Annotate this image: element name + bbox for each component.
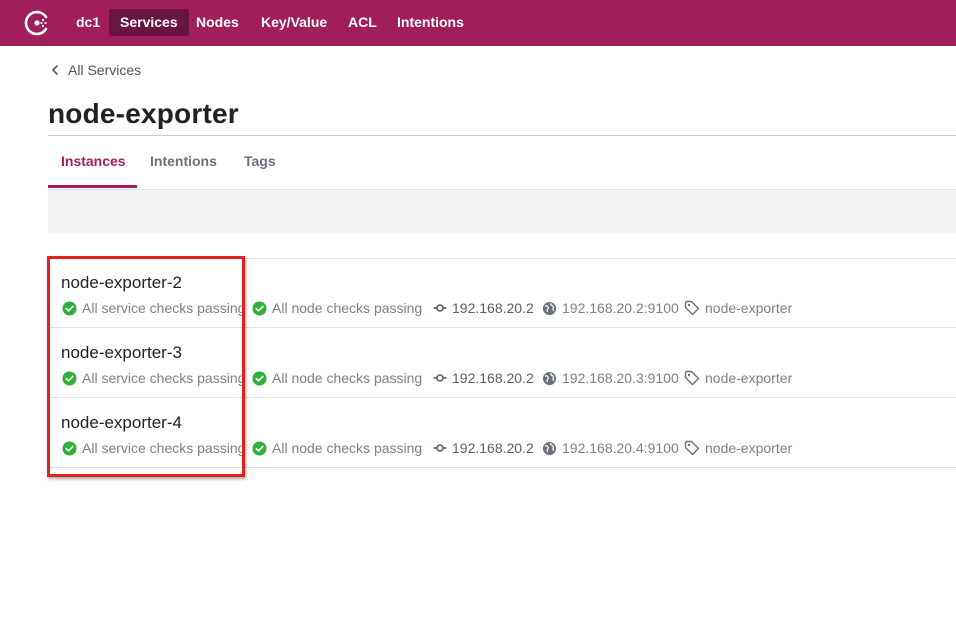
- tag-label: node-exporter: [705, 370, 793, 386]
- globe-icon: [542, 441, 557, 455]
- check-circle-icon: [252, 370, 267, 386]
- tag-icon: [684, 370, 700, 386]
- service-tag: node-exporter: [684, 300, 792, 316]
- nav-intentions[interactable]: Intentions: [386, 9, 475, 36]
- node-address-label: 192.168.20.2: [452, 300, 534, 316]
- node-checks: All node checks passing: [252, 370, 422, 386]
- node-checks: All node checks passing: [252, 300, 422, 316]
- service-address: 192.168.20.2:9100: [542, 300, 679, 316]
- check-circle-icon: [252, 300, 267, 316]
- service-address: 192.168.20.4:9100: [542, 440, 679, 456]
- globe-icon: [542, 301, 557, 315]
- node-address: 192.168.20.2: [433, 440, 534, 456]
- title-divider: [48, 135, 956, 136]
- nav-services[interactable]: Services: [109, 9, 189, 36]
- check-circle-icon: [252, 440, 267, 456]
- filter-bar[interactable]: [48, 190, 956, 233]
- breadcrumb-label: All Services: [68, 62, 142, 78]
- chevron-left-icon: [52, 65, 58, 75]
- node-address-icon: [433, 444, 447, 452]
- tag-label: node-exporter: [705, 300, 793, 316]
- node-checks: All node checks passing: [252, 440, 422, 456]
- active-tab-indicator: [48, 185, 137, 188]
- consul-logo-icon[interactable]: [22, 8, 52, 38]
- node-address-icon: [433, 374, 447, 382]
- node-checks-label: All node checks passing: [272, 300, 423, 316]
- nav-nodes[interactable]: Nodes: [185, 9, 250, 36]
- tab-tags[interactable]: Tags: [244, 153, 276, 189]
- node-checks-label: All node checks passing: [272, 440, 423, 456]
- service-address-label: 192.168.20.4:9100: [562, 440, 679, 456]
- tab-instances[interactable]: Instances: [61, 153, 126, 189]
- node-checks-label: All node checks passing: [272, 370, 423, 386]
- globe-icon: [542, 371, 557, 385]
- highlight-box: [47, 256, 245, 477]
- tag-icon: [684, 300, 700, 316]
- service-tag: node-exporter: [684, 440, 792, 456]
- tag-label: node-exporter: [705, 440, 793, 456]
- top-nav: dc1 Services Nodes Key/Value ACL Intenti…: [0, 0, 956, 46]
- service-address: 192.168.20.3:9100: [542, 370, 679, 386]
- nav-key-value[interactable]: Key/Value: [250, 9, 338, 36]
- node-address-label: 192.168.20.2: [452, 440, 534, 456]
- nav-acl[interactable]: ACL: [337, 9, 388, 36]
- service-address-label: 192.168.20.2:9100: [562, 300, 679, 316]
- breadcrumb-all-services[interactable]: All Services: [50, 61, 141, 79]
- tab-intentions[interactable]: Intentions: [150, 153, 217, 189]
- nav-datacenter[interactable]: dc1: [65, 9, 111, 36]
- tag-icon: [684, 440, 700, 456]
- service-address-label: 192.168.20.3:9100: [562, 370, 679, 386]
- page-title: node-exporter: [48, 98, 239, 129]
- node-address: 192.168.20.2: [433, 300, 534, 316]
- node-address-label: 192.168.20.2: [452, 370, 534, 386]
- service-tag: node-exporter: [684, 370, 792, 386]
- node-address: 192.168.20.2: [433, 370, 534, 386]
- node-address-icon: [433, 304, 447, 312]
